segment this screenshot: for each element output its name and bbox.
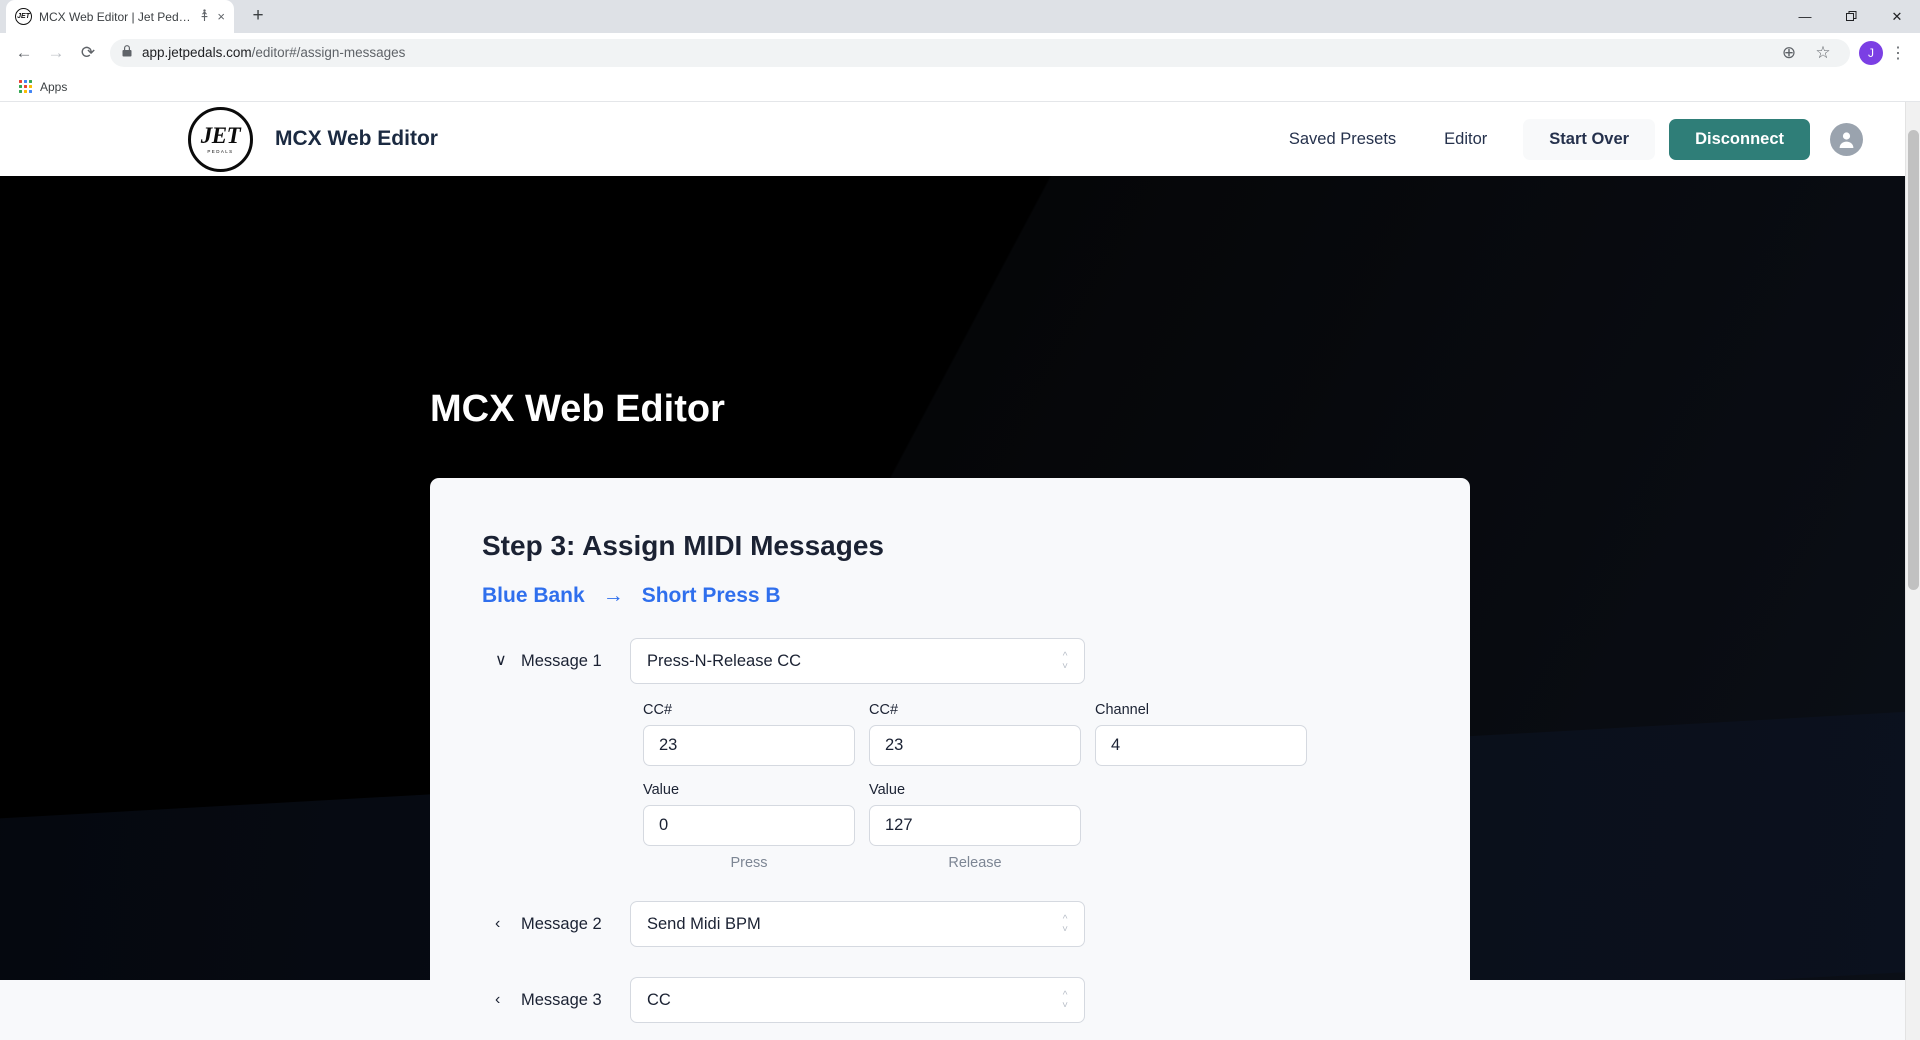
field-label: CC# bbox=[869, 702, 899, 718]
caption-release: Release bbox=[948, 855, 1002, 871]
nav-saved-presets[interactable]: Saved Presets bbox=[1265, 130, 1420, 149]
field-label: Channel bbox=[1095, 702, 1150, 718]
message-row: ‹ Message 3 CC ^ ˅ bbox=[482, 977, 1418, 1023]
logo-jet-text: JET bbox=[200, 123, 241, 148]
field-label: Value bbox=[643, 782, 680, 798]
message-1-captions: Press Release bbox=[643, 855, 1418, 871]
cc-release-input[interactable]: 23 bbox=[869, 725, 1081, 766]
address-bar-url: app.jetpedals.com/editor#/assign-message… bbox=[142, 45, 406, 60]
message-1-toggle[interactable]: ∨ Message 1 bbox=[482, 652, 630, 671]
reload-icon[interactable]: ⟳ bbox=[73, 38, 103, 68]
chevron-left-icon: ‹ bbox=[495, 991, 501, 1008]
breadcrumb-arrow-icon: → bbox=[602, 584, 624, 607]
browser-menu-icon[interactable]: ⋮ bbox=[1885, 43, 1911, 63]
chevron-down-icon: ∨ bbox=[495, 652, 507, 669]
page-viewport: JET PEDALS MCX Web Editor Saved Presets … bbox=[0, 102, 1920, 1040]
message-1-type-select[interactable]: Press-N-Release CC ^ ˅ bbox=[630, 638, 1085, 684]
breadcrumb-bank[interactable]: Blue Bank bbox=[482, 584, 585, 608]
logo-pedals-text: PEDALS bbox=[207, 149, 234, 154]
message-3-type-value: CC bbox=[647, 990, 671, 1009]
browser-window: JET MCX Web Editor | Jet Pedals × + — ✕ … bbox=[0, 0, 1920, 1040]
web-page: JET PEDALS MCX Web Editor Saved Presets … bbox=[0, 102, 1905, 1040]
field-value-press: Value 0 bbox=[643, 782, 855, 846]
caption-press: Press bbox=[730, 855, 768, 871]
disconnect-button[interactable]: Disconnect bbox=[1669, 118, 1810, 160]
field-channel: Channel 4 bbox=[1095, 702, 1307, 766]
apps-grid-icon bbox=[19, 80, 32, 93]
chevron-left-icon: ‹ bbox=[495, 915, 501, 932]
stepper-icon[interactable]: ^ ˅ bbox=[1062, 990, 1068, 1010]
tab-strip: JET MCX Web Editor | Jet Pedals × + — ✕ bbox=[0, 0, 1920, 33]
tab-title: MCX Web Editor | Jet Pedals bbox=[39, 9, 193, 24]
assign-messages-card: Step 3: Assign MIDI Messages Blue Bank →… bbox=[430, 478, 1470, 1040]
field-label: Value bbox=[869, 782, 906, 798]
message-row: ∨ Message 1 Press-N-Release CC ^ ˅ bbox=[482, 638, 1418, 684]
lock-icon bbox=[122, 45, 132, 60]
apps-shortcut[interactable]: Apps bbox=[10, 76, 76, 98]
field-cc-press: CC# 23 bbox=[643, 702, 855, 766]
app-header: JET PEDALS MCX Web Editor Saved Presets … bbox=[0, 102, 1905, 176]
value-press-input[interactable]: 0 bbox=[643, 805, 855, 846]
stepper-icon[interactable]: ^ ˅ bbox=[1062, 651, 1068, 671]
breadcrumb-action[interactable]: Short Press B bbox=[642, 584, 781, 608]
bookmark-star-icon[interactable]: ☆ bbox=[1808, 38, 1838, 68]
start-over-button[interactable]: Start Over bbox=[1523, 118, 1656, 160]
message-2-type-value: Send Midi BPM bbox=[647, 914, 761, 933]
message-2-toggle[interactable]: ‹ Message 2 bbox=[482, 915, 630, 934]
cc-press-input[interactable]: 23 bbox=[643, 725, 855, 766]
window-minimize-button[interactable]: — bbox=[1782, 0, 1828, 33]
browser-toolbar: ← → ⟳ app.jetpedals.com/editor#/assign-m… bbox=[0, 33, 1920, 72]
message-3-label: Message 3 bbox=[521, 990, 602, 1009]
breadcrumb: Blue Bank → Short Press B bbox=[482, 584, 1418, 608]
field-spacer bbox=[1095, 782, 1307, 846]
brand[interactable]: JET PEDALS MCX Web Editor bbox=[188, 106, 438, 172]
browser-tab[interactable]: JET MCX Web Editor | Jet Pedals × bbox=[6, 0, 234, 33]
message-2-label: Message 2 bbox=[521, 914, 602, 933]
field-label: CC# bbox=[643, 702, 673, 718]
app-nav: Saved Presets Editor Start Over Disconne… bbox=[1265, 118, 1863, 160]
new-tab-button[interactable]: + bbox=[244, 2, 272, 30]
tab-close-icon[interactable]: × bbox=[217, 10, 225, 23]
message-row: ‹ Message 2 Send Midi BPM ^ ˅ bbox=[482, 901, 1418, 947]
address-bar[interactable]: app.jetpedals.com/editor#/assign-message… bbox=[110, 38, 1850, 68]
message-3-type-select[interactable]: CC ^ ˅ bbox=[630, 977, 1085, 1023]
channel-input[interactable]: 4 bbox=[1095, 725, 1307, 766]
omnibox-actions: ⊕ ☆ bbox=[1774, 38, 1838, 68]
scrollbar-thumb[interactable] bbox=[1908, 130, 1919, 590]
value-release-input[interactable]: 127 bbox=[869, 805, 1081, 846]
hero-title: MCX Web Editor bbox=[430, 388, 725, 430]
app-title: MCX Web Editor bbox=[275, 127, 438, 150]
field-cc-release: CC# 23 bbox=[869, 702, 1081, 766]
usb-icon bbox=[199, 8, 210, 25]
message-3-toggle[interactable]: ‹ Message 3 bbox=[482, 991, 630, 1010]
message-1-label: Message 1 bbox=[521, 651, 602, 670]
bookmarks-bar: Apps bbox=[0, 72, 1920, 102]
stepper-icon[interactable]: ^ ˅ bbox=[1062, 914, 1068, 934]
page-scrollbar[interactable] bbox=[1905, 102, 1920, 1040]
message-1-fields: CC# 23 CC# 23 Channel 4 Value 0 Value 12… bbox=[482, 702, 1418, 871]
message-1-field-row-1: CC# 23 CC# 23 Channel 4 bbox=[643, 702, 1418, 766]
window-close-button[interactable]: ✕ bbox=[1874, 0, 1920, 33]
back-icon[interactable]: ← bbox=[9, 38, 39, 68]
jet-pedals-logo-icon: JET PEDALS bbox=[188, 106, 253, 172]
nav-editor[interactable]: Editor bbox=[1420, 130, 1511, 149]
message-1-type-value: Press-N-Release CC bbox=[647, 651, 802, 670]
field-value-release: Value 127 bbox=[869, 782, 1081, 846]
profile-avatar[interactable]: J bbox=[1859, 40, 1883, 65]
window-maximize-button[interactable] bbox=[1828, 0, 1874, 33]
step-title: Step 3: Assign MIDI Messages bbox=[482, 530, 884, 561]
message-2-type-select[interactable]: Send Midi BPM ^ ˅ bbox=[630, 901, 1085, 947]
forward-icon[interactable]: → bbox=[41, 38, 71, 68]
tab-favicon-icon: JET bbox=[15, 8, 32, 25]
apps-label: Apps bbox=[40, 79, 68, 94]
window-controls: — ✕ bbox=[1782, 0, 1920, 33]
zoom-icon[interactable]: ⊕ bbox=[1774, 38, 1804, 68]
message-1-field-row-2: Value 0 Value 127 bbox=[643, 782, 1418, 846]
user-avatar-icon[interactable] bbox=[1830, 122, 1863, 156]
